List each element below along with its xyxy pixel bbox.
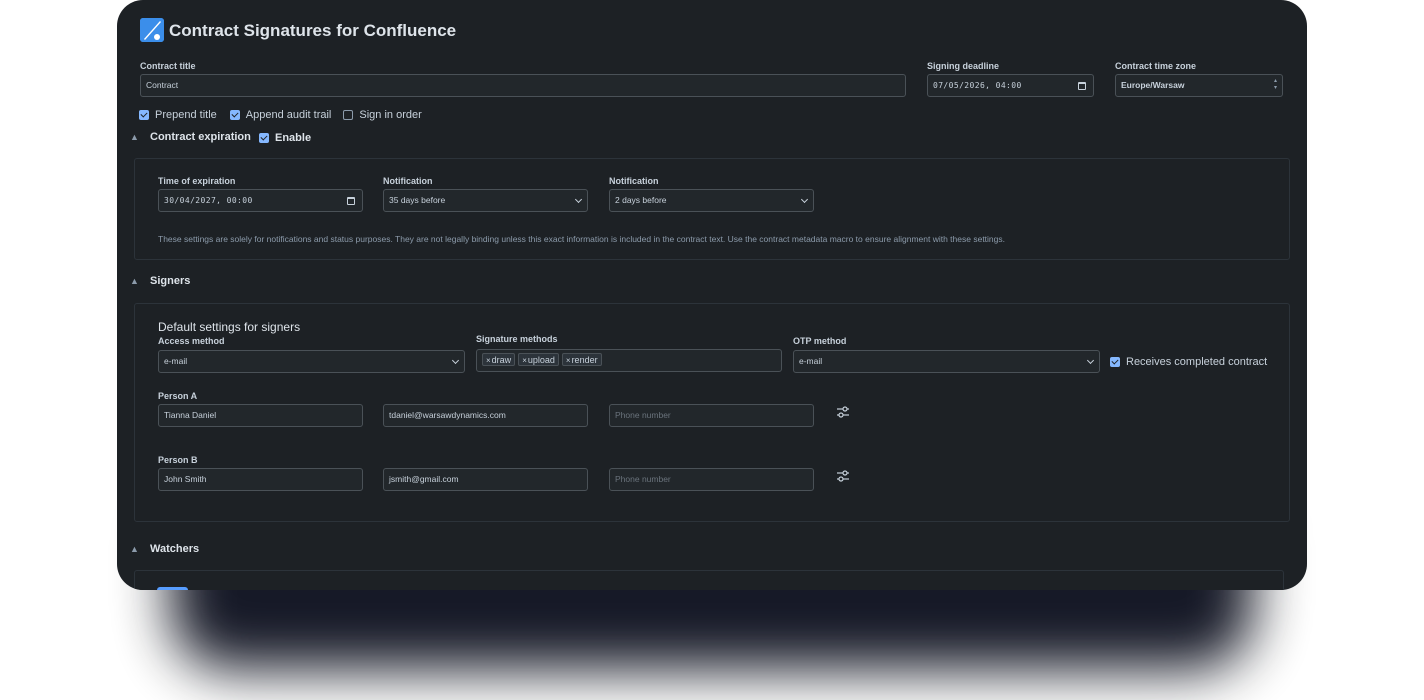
notification-1-select[interactable]: 35 days before bbox=[383, 189, 588, 212]
select-arrows-icon: ▴ ▾ bbox=[1273, 78, 1277, 91]
signature-methods-input[interactable]: ×draw ×upload ×render bbox=[476, 349, 782, 372]
signature-methods-label: Signature methods bbox=[476, 334, 558, 344]
person-a-phone-placeholder: Phone number bbox=[615, 410, 671, 420]
contract-expiration-heading: Contract expiration bbox=[150, 131, 251, 143]
app-title: Contract Signatures for Confluence bbox=[169, 21, 457, 40]
chevron-down-icon bbox=[574, 195, 583, 204]
prepend-title-label: Prepend title bbox=[155, 109, 217, 121]
time-zone-value: Europe/Warsaw bbox=[1121, 80, 1185, 90]
otp-method-select[interactable]: e-mail bbox=[793, 350, 1100, 373]
remove-icon[interactable]: × bbox=[486, 356, 491, 365]
enable-expiration-checkbox[interactable] bbox=[259, 133, 269, 143]
person-a-name: Tianna Daniel bbox=[164, 410, 217, 420]
prepend-title-checkbox[interactable] bbox=[139, 110, 149, 120]
time-of-expiration-value: 30/04/2027, 00:00 bbox=[164, 196, 253, 205]
contract-title-value: Contract bbox=[146, 80, 179, 90]
sign-in-order-checkbox[interactable] bbox=[343, 110, 354, 120]
sliders-icon[interactable] bbox=[836, 405, 850, 423]
person-b-phone-input[interactable]: Phone number bbox=[609, 468, 814, 491]
person-a-phone-input[interactable]: Phone number bbox=[609, 404, 814, 427]
calendar-icon bbox=[1078, 82, 1086, 90]
access-method-label: Access method bbox=[158, 336, 225, 346]
person-b-name: John Smith bbox=[164, 474, 207, 484]
chevron-down-icon bbox=[800, 195, 809, 204]
signing-deadline-input[interactable]: 07/05/2026, 04:00 bbox=[927, 74, 1094, 97]
time-of-expiration-label: Time of expiration bbox=[158, 176, 236, 186]
sign-in-order-label: Sign in order bbox=[359, 109, 422, 121]
access-method-value: e-mail bbox=[164, 356, 188, 366]
contract-options: Prepend title Append audit trail Sign in… bbox=[139, 109, 422, 121]
person-a-email-input[interactable]: tdaniel@warsawdynamics.com bbox=[383, 404, 588, 427]
default-settings-heading: Default settings for signers bbox=[158, 320, 301, 334]
otp-method-label: OTP method bbox=[793, 336, 847, 346]
receives-completed-label: Receives completed contract bbox=[1126, 356, 1268, 368]
expiration-note: These settings are solely for notificati… bbox=[158, 234, 1005, 244]
time-of-expiration-input[interactable]: 30/04/2027, 00:00 bbox=[158, 189, 363, 212]
remove-icon[interactable]: × bbox=[522, 356, 527, 365]
collapse-triangle-icon[interactable]: ▲ bbox=[130, 544, 139, 554]
time-zone-label: Contract time zone bbox=[1115, 61, 1197, 71]
sliders-icon[interactable] bbox=[836, 469, 850, 487]
notification-2-select[interactable]: 2 days before bbox=[609, 189, 814, 212]
person-a-label: Person A bbox=[158, 391, 198, 401]
chevron-down-icon bbox=[1086, 356, 1095, 365]
remove-icon[interactable]: × bbox=[566, 356, 571, 365]
person-b-email-input[interactable]: jsmith@gmail.com bbox=[383, 468, 588, 491]
method-tag-render: ×render bbox=[561, 353, 602, 366]
person-b-name-input[interactable]: John Smith bbox=[158, 468, 363, 491]
method-tag-draw: ×draw bbox=[482, 353, 516, 366]
collapse-triangle-icon[interactable]: ▲ bbox=[130, 276, 139, 286]
watchers-heading: Watchers bbox=[150, 543, 200, 555]
collapse-triangle-icon[interactable]: ▲ bbox=[130, 132, 139, 142]
notification-2-value: 2 days before bbox=[615, 195, 667, 205]
person-b-phone-placeholder: Phone number bbox=[615, 474, 671, 484]
notification-1-label: Notification bbox=[383, 176, 433, 186]
signing-deadline-label: Signing deadline bbox=[927, 61, 1000, 71]
person-b-email: jsmith@gmail.com bbox=[389, 474, 459, 484]
notification-2-label: Notification bbox=[609, 176, 659, 186]
person-a-name-input[interactable]: Tianna Daniel bbox=[158, 404, 363, 427]
method-tag-upload: ×upload bbox=[518, 353, 559, 366]
chevron-down-icon bbox=[451, 356, 460, 365]
contract-title-label: Contract title bbox=[140, 61, 196, 71]
receives-completed-checkbox[interactable] bbox=[1110, 357, 1120, 367]
time-zone-select[interactable]: Europe/Warsaw ▴ ▾ bbox=[1115, 74, 1283, 97]
append-audit-trail-label: Append audit trail bbox=[245, 109, 332, 121]
access-method-select[interactable]: e-mail bbox=[158, 350, 465, 373]
watchers-panel bbox=[134, 570, 1284, 590]
add-watcher-button[interactable] bbox=[157, 587, 188, 590]
enable-expiration-label: Enable bbox=[275, 132, 312, 144]
contract-title-input[interactable]: Contract bbox=[140, 74, 906, 97]
person-b-label: Person B bbox=[158, 455, 198, 465]
person-a-email: tdaniel@warsawdynamics.com bbox=[389, 410, 506, 420]
append-audit-trail-checkbox[interactable] bbox=[229, 110, 240, 120]
pen-logo-icon bbox=[140, 18, 164, 42]
otp-method-value: e-mail bbox=[799, 356, 823, 366]
calendar-icon bbox=[347, 197, 355, 205]
receives-completed: Receives completed contract bbox=[1110, 356, 1267, 368]
notification-1-value: 35 days before bbox=[389, 195, 446, 205]
expiration-enable: Enable bbox=[259, 132, 311, 144]
signers-heading: Signers bbox=[150, 275, 191, 287]
app-window: Contract Signatures for Confluence Contr… bbox=[117, 0, 1307, 590]
signing-deadline-value: 07/05/2026, 04:00 bbox=[933, 81, 1022, 90]
